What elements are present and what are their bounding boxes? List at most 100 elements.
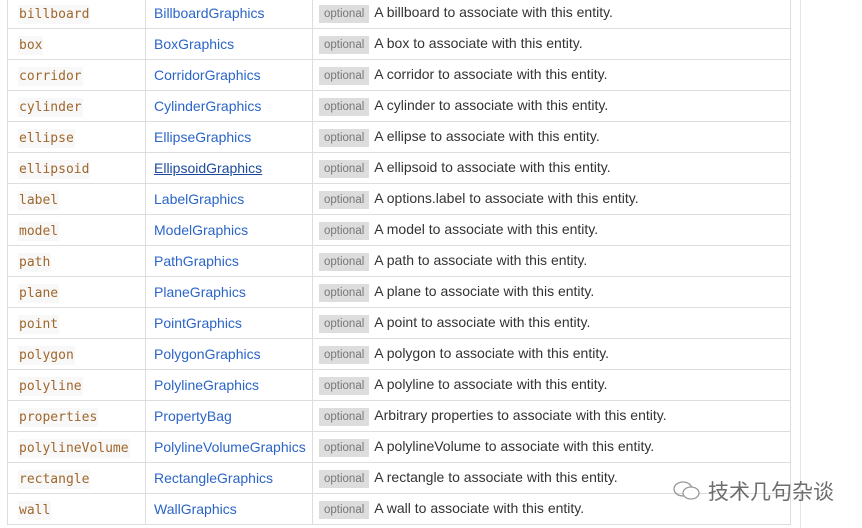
name-cell: point	[7, 307, 146, 339]
optional-badge: optional	[319, 283, 370, 302]
property-name: path	[18, 252, 52, 272]
name-cell: corridor	[7, 59, 146, 91]
type-link[interactable]: PolylineVolumeGraphics	[154, 439, 306, 455]
name-cell: plane	[7, 276, 146, 308]
type-link[interactable]: PathGraphics	[154, 253, 239, 269]
description-cell: optional A path to associate with this en…	[312, 245, 791, 277]
name-cell: polyline	[7, 369, 146, 401]
name-cell: properties	[7, 400, 146, 432]
description-cell: optional A ellipsoid to associate with th…	[312, 152, 791, 184]
description-text: A polyline to associate with this entity…	[374, 375, 608, 392]
name-cell: model	[7, 214, 146, 246]
property-name: ellipsoid	[18, 159, 91, 179]
name-cell: cylinder	[7, 90, 146, 122]
optional-badge: optional	[319, 4, 370, 23]
description-text: A plane to associate with this entity.	[374, 282, 595, 299]
description-text: A billboard to associate with this entit…	[374, 3, 613, 20]
property-name: rectangle	[18, 469, 91, 489]
optional-badge: optional	[319, 221, 370, 240]
name-cell: box	[7, 28, 146, 60]
optional-badge: optional	[319, 190, 370, 209]
property-name: label	[18, 190, 60, 210]
name-cell: path	[7, 245, 146, 277]
description-cell: optional A plane to associate with this e…	[312, 276, 791, 308]
description-text: A options.label to associate with this e…	[374, 189, 639, 206]
type-cell: EllipsoidGraphics	[145, 152, 313, 184]
name-cell: polylineVolume	[7, 431, 146, 463]
type-link[interactable]: PointGraphics	[154, 315, 242, 331]
type-link[interactable]: EllipsoidGraphics	[154, 160, 262, 176]
table-row: label LabelGraphics optional A options.la…	[7, 183, 791, 215]
optional-badge: optional	[319, 159, 370, 178]
property-name: point	[18, 314, 60, 334]
type-link[interactable]: EllipseGraphics	[154, 129, 251, 145]
optional-badge: optional	[319, 345, 370, 364]
description-text: A wall to associate with this entity.	[374, 499, 585, 516]
description-cell: optional A cylinder to associate with thi…	[312, 90, 791, 122]
description-cell: optional A polyline to associate with thi…	[312, 369, 791, 401]
type-cell: ModelGraphics	[145, 214, 313, 246]
name-cell: billboard	[7, 0, 146, 29]
property-name: properties	[18, 407, 99, 427]
watermark-text: 技术几句杂谈	[708, 481, 834, 504]
name-cell: ellipse	[7, 121, 146, 153]
type-link[interactable]: ModelGraphics	[154, 222, 248, 238]
type-cell: LabelGraphics	[145, 183, 313, 215]
description-text: A polygon to associate with this entity.	[374, 344, 610, 361]
property-name: ellipse	[18, 128, 75, 148]
type-link[interactable]: PlaneGraphics	[154, 284, 246, 300]
type-link[interactable]: CorridorGraphics	[154, 67, 261, 83]
optional-badge: optional	[319, 35, 370, 54]
type-link[interactable]: BillboardGraphics	[154, 5, 265, 21]
type-link[interactable]: RectangleGraphics	[154, 470, 273, 486]
type-link[interactable]: WallGraphics	[154, 501, 237, 517]
type-link[interactable]: BoxGraphics	[154, 36, 234, 52]
table-row: ellipsoid EllipsoidGraphics optional A el…	[7, 152, 791, 184]
property-name: cylinder	[18, 97, 83, 117]
optional-badge: optional	[319, 376, 370, 395]
type-cell: RectangleGraphics	[145, 462, 313, 494]
table-row: polyline PolylineGraphics optional A poly…	[7, 369, 791, 401]
description-cell: optional A corridor to associate with thi…	[312, 59, 791, 91]
table-row: path PathGraphics optional A path to asso…	[7, 245, 791, 277]
description-text: A corridor to associate with this entity…	[374, 65, 608, 82]
property-name: model	[18, 221, 60, 241]
type-link[interactable]: PropertyBag	[154, 408, 232, 424]
name-cell: label	[7, 183, 146, 215]
description-cell: optional A polylineVolume to associate wi…	[312, 431, 791, 463]
description-text: A path to associate with this entity.	[374, 251, 588, 268]
table-row: polygon PolygonGraphics optional A polygo…	[7, 338, 791, 370]
name-cell: ellipsoid	[7, 152, 146, 184]
property-name: plane	[18, 283, 60, 303]
table-row: ellipse EllipseGraphics optional A ellips…	[7, 121, 791, 153]
description-cell: optional A billboard to associate with th…	[312, 0, 791, 29]
description-cell: optional A options.label to associate wit…	[312, 183, 791, 215]
type-link[interactable]: PolylineGraphics	[154, 377, 259, 393]
property-name: polyline	[18, 376, 83, 396]
optional-badge: optional	[319, 469, 370, 488]
description-cell: optional A polygon to associate with this…	[312, 338, 791, 370]
table-row: corridor CorridorGraphics optional A corr…	[7, 59, 791, 91]
description-cell: optional A model to associate with this e…	[312, 214, 791, 246]
table-row: box BoxGraphics optional A box to associa…	[7, 28, 791, 60]
optional-badge: optional	[319, 314, 370, 333]
type-cell: PolygonGraphics	[145, 338, 313, 370]
optional-badge: optional	[319, 66, 370, 85]
description-cell: optional Arbitrary properties to associat…	[312, 400, 791, 432]
property-name: polygon	[18, 345, 75, 365]
optional-badge: optional	[319, 407, 370, 426]
name-cell: polygon	[7, 338, 146, 370]
type-cell: BillboardGraphics	[145, 0, 313, 29]
type-link[interactable]: PolygonGraphics	[154, 346, 261, 362]
table-row: properties PropertyBag optional Arbitrary…	[7, 400, 791, 432]
type-link[interactable]: CylinderGraphics	[154, 98, 261, 114]
type-cell: PolylineVolumeGraphics	[145, 431, 313, 463]
type-link[interactable]: LabelGraphics	[154, 191, 244, 207]
optional-badge: optional	[319, 500, 370, 519]
optional-badge: optional	[319, 438, 370, 457]
property-name: box	[18, 35, 44, 55]
type-cell: CorridorGraphics	[145, 59, 313, 91]
description-text: A rectangle to associate with this entit…	[374, 468, 618, 485]
name-cell: wall	[7, 493, 146, 525]
description-cell: optional A point to associate with this e…	[312, 307, 791, 339]
